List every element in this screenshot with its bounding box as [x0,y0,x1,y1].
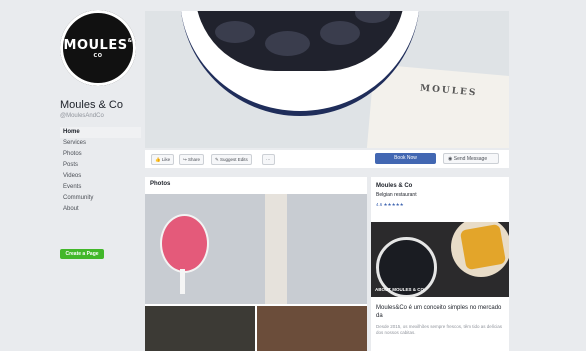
page-title: Moules & Co [60,99,123,111]
nav-item-home[interactable]: Home [60,127,141,138]
photo-drink[interactable] [145,194,367,304]
photos-section: Photos [145,177,367,351]
create-page-button[interactable]: Create a Page [60,249,104,259]
about-page-name[interactable]: Moules & Co [376,183,412,189]
photo-food[interactable] [257,306,367,351]
about-category: Belgian restaurant [376,192,417,198]
about-card: Moules & Co Belgian restaurant 4.6 ★★★★★… [371,177,509,351]
photo-mussels[interactable] [145,306,255,351]
page-handle[interactable]: @MoulesAndCo [60,113,104,119]
rating-stars[interactable]: 4.6 ★★★★★ [376,202,404,208]
mussel-shape [355,11,390,23]
suggest-edits-button[interactable]: ✎ Suggest Edits [211,154,252,165]
nav-item-about[interactable]: About [60,204,141,215]
thumbs-up-icon: 👍 [155,157,162,162]
gin-glass-image [160,214,209,273]
share-button[interactable]: ↪ Share [179,154,205,165]
page-logo[interactable]: MOULES& CO [60,10,136,86]
about-description: Moules&Co é um conceito simples no merca… [376,305,502,319]
about-photo[interactable]: ABOUT MOULES & CO [371,222,509,297]
mussel-shape [215,21,255,43]
cover-photo[interactable]: MOULES [145,11,509,148]
nav-item-videos[interactable]: Videos [60,171,141,182]
about-description-detail: Desde 2015, os mexilhões sempre frescos,… [376,324,503,335]
suggest-edits-label: Suggest Edits [220,157,248,162]
glass-stem-image [180,269,185,294]
nav-item-photos[interactable]: Photos [60,149,141,160]
share-label: Share [188,157,201,162]
send-message-label: Send Message [453,156,488,162]
about-photo-label: ABOUT MOULES & CO [375,287,424,292]
book-now-button[interactable]: Book Now [375,153,436,164]
more-button[interactable]: ··· [262,154,275,165]
page-action-bar: 👍 Like ↪ Share ✎ Suggest Edits ··· Book … [145,150,509,168]
like-button[interactable]: 👍 Like [151,154,175,165]
mussel-shape [320,21,360,45]
page-nav: Home Services Photos Posts Videos Events… [60,127,141,215]
left-sidebar: MOULES& CO Moules & Co @MoulesAndCo Home… [0,0,141,351]
mussel-shape [265,31,310,56]
photos-title[interactable]: Photos [150,181,170,187]
like-label: Like [161,157,171,162]
nav-item-services[interactable]: Services [60,138,141,149]
send-message-button[interactable]: ◉ Send Message [443,153,499,164]
fries-image [459,223,507,271]
nav-item-community[interactable]: Community [60,193,141,204]
nav-item-posts[interactable]: Posts [60,160,141,171]
logo-text: MOULES [63,38,128,53]
nav-item-events[interactable]: Events [60,182,141,193]
pillar-image [265,194,287,304]
